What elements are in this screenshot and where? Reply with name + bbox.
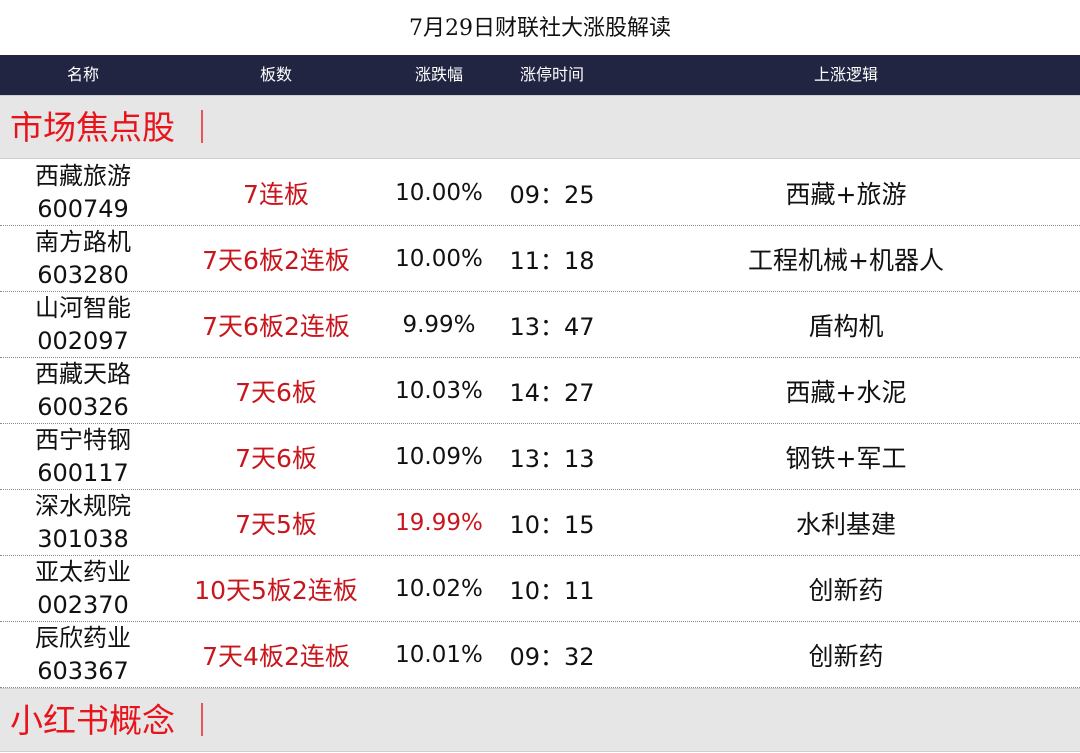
table-row: 南方路机 603280 7天6板2连板 10.00% 11：18 工程机械+机器人 <box>0 226 1080 292</box>
table-row: 山河智能 002097 7天6板2连板 9.99% 13：47 盾构机 <box>0 292 1080 358</box>
stock-name: 山河智能 <box>35 293 131 322</box>
section-header: 市场焦点股 ｜ <box>0 95 1080 159</box>
rise-logic: 西藏+水泥 <box>785 377 907 407</box>
table-row: 亚太药业 002370 10天5板2连板 10.02% 10：11 创新药 <box>0 556 1080 622</box>
stock-code: 301038 <box>37 524 129 553</box>
stock-name-cell: 西藏旅游 600749 <box>0 160 166 225</box>
column-header-limit-time: 涨停时间 <box>519 65 584 84</box>
limit-up-time: 13：13 <box>509 445 595 473</box>
column-header-name: 名称 <box>66 65 99 84</box>
stock-code: 603367 <box>37 656 129 685</box>
board-count: 7天6板 <box>235 377 317 407</box>
stock-name: 西宁特钢 <box>35 425 131 454</box>
change-percent: 10.00% <box>395 245 483 272</box>
board-count: 10天5板2连板 <box>194 575 358 605</box>
stock-name: 深水规院 <box>35 491 131 520</box>
change-percent: 10.00% <box>395 179 483 206</box>
column-header-logic: 上涨逻辑 <box>813 65 878 84</box>
rise-logic: 钢铁+军工 <box>785 443 907 473</box>
limit-up-time: 10：15 <box>509 511 595 539</box>
change-percent: 19.99% <box>395 509 483 536</box>
change-percent: 10.03% <box>395 377 483 404</box>
limit-up-time: 11：18 <box>509 247 595 275</box>
rise-logic: 水利基建 <box>795 509 896 539</box>
stock-code: 002370 <box>37 590 129 619</box>
stock-name-cell: 亚太药业 002370 <box>0 556 166 621</box>
stock-name-cell: 西藏天路 600326 <box>0 358 166 423</box>
stock-name: 南方路机 <box>35 227 131 256</box>
limit-up-time: 09：25 <box>509 181 595 209</box>
change-percent: 9.99% <box>402 311 476 338</box>
stock-name: 辰欣药业 <box>35 623 131 652</box>
stock-code: 600117 <box>37 458 129 487</box>
table-row: 辰欣药业 603367 7天4板2连板 10.01% 09：32 创新药 <box>0 622 1080 688</box>
change-percent: 10.02% <box>395 575 483 602</box>
table-row: 西藏旅游 600749 7连板 10.00% 09：25 西藏+旅游 <box>0 160 1080 226</box>
stock-name: 西藏天路 <box>35 359 131 388</box>
board-count: 7天4板2连板 <box>202 641 350 671</box>
stock-name-cell: 山河智能 002097 <box>0 292 166 357</box>
stock-code: 603280 <box>37 260 129 289</box>
limit-up-time: 13：47 <box>509 313 595 341</box>
change-percent: 10.01% <box>395 641 483 668</box>
table-row: 西宁特钢 600117 7天6板 10.09% 13：13 钢铁+军工 <box>0 424 1080 490</box>
stock-code: 002097 <box>37 326 129 355</box>
rise-logic: 创新药 <box>808 641 884 671</box>
section-header: 小红书概念 ｜ <box>0 688 1080 752</box>
table-row: 西藏天路 600326 7天6板 10.03% 14：27 西藏+水泥 <box>0 358 1080 424</box>
section-title: 市场焦点股 ｜ <box>10 108 219 147</box>
limit-up-time: 14：27 <box>509 379 595 407</box>
limit-up-time: 09：32 <box>509 643 595 671</box>
rise-logic: 工程机械+机器人 <box>748 245 944 275</box>
stock-name: 亚太药业 <box>35 557 131 586</box>
board-count: 7连板 <box>243 179 309 209</box>
board-count: 7天5板 <box>235 509 317 539</box>
section-title: 小红书概念 ｜ <box>10 701 219 740</box>
table-header: 名称 板数 涨跌幅 涨停时间 上涨逻辑 <box>0 55 1080 95</box>
page-title: 7月29日财联社大涨股解读 <box>409 16 671 41</box>
board-count: 7天6板 <box>235 443 317 473</box>
table-row: 深水规院 301038 7天5板 19.99% 10：15 水利基建 <box>0 490 1080 556</box>
rise-logic: 西藏+旅游 <box>785 179 907 209</box>
column-header-change: 涨跌幅 <box>414 65 463 84</box>
stock-code: 600749 <box>37 194 129 223</box>
stock-table: 西藏旅游 600749 7连板 10.00% 09：25 西藏+旅游南方路机 603280 7… <box>0 160 1080 688</box>
stock-name: 西藏旅游 <box>35 161 131 190</box>
column-header-board: 板数 <box>259 65 292 84</box>
change-percent: 10.09% <box>395 443 483 470</box>
stock-name-cell: 南方路机 603280 <box>0 226 166 291</box>
stock-name-cell: 辰欣药业 603367 <box>0 622 166 687</box>
board-count: 7天6板2连板 <box>202 245 350 275</box>
rise-logic: 创新药 <box>808 575 884 605</box>
stock-code: 600326 <box>37 392 129 421</box>
stock-name-cell: 西宁特钢 600117 <box>0 424 166 489</box>
limit-up-time: 10：11 <box>509 577 595 605</box>
stock-name-cell: 深水规院 301038 <box>0 490 166 555</box>
rise-logic: 盾构机 <box>808 311 884 341</box>
board-count: 7天6板2连板 <box>202 311 350 341</box>
